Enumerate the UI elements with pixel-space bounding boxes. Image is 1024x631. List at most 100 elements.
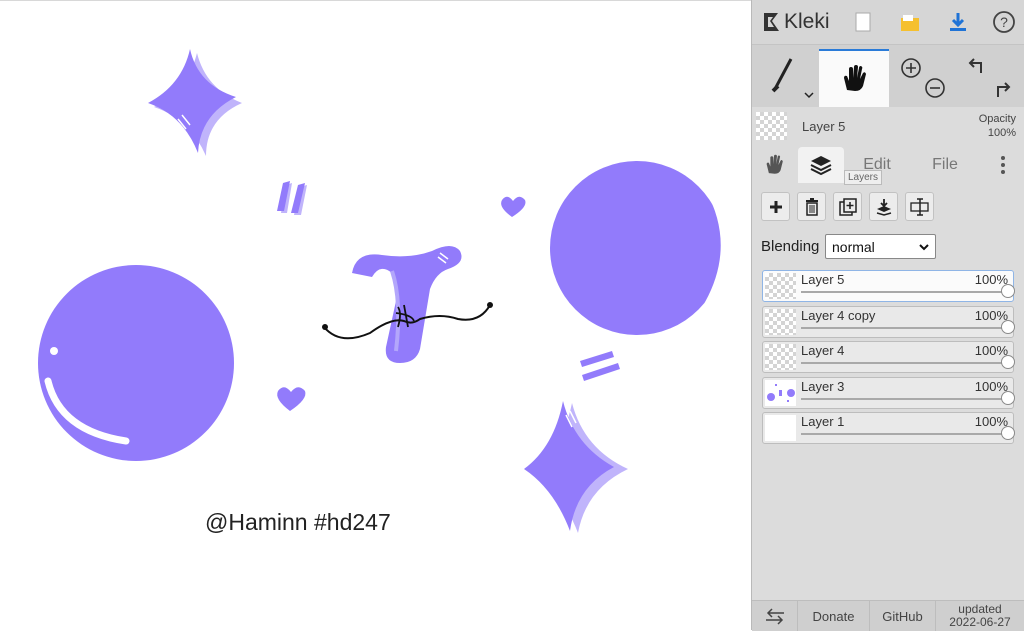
- layer-item[interactable]: Layer 5 100%: [762, 270, 1015, 302]
- opacity-value: 100%: [987, 127, 1016, 139]
- heart-left: [277, 387, 306, 411]
- layer-name: Layer 5: [801, 272, 845, 287]
- squiggle-end-left: [322, 324, 328, 330]
- layer-item[interactable]: Layer 3 100%: [762, 377, 1015, 409]
- zoom-buttons: [890, 49, 956, 107]
- layer-opacity-slider[interactable]: [801, 320, 1015, 334]
- new-file-button[interactable]: [844, 0, 882, 44]
- blending-selected-value: normal: [832, 239, 875, 255]
- current-layer-info: Layer 5 Opacity 100%: [752, 107, 1024, 147]
- hand-tab-icon: [766, 154, 783, 174]
- brush-tool-button[interactable]: [752, 49, 818, 107]
- zoom-in-icon[interactable]: [900, 57, 922, 79]
- trash-icon: [805, 197, 818, 216]
- right-bubble-dot: [691, 315, 699, 323]
- squiggle-end-right: [487, 302, 493, 308]
- more-menu-button[interactable]: [988, 147, 1018, 183]
- watermark-text: @Haminn #hd247: [205, 509, 391, 535]
- brush-icon: [771, 58, 793, 93]
- chevron-down-icon[interactable]: [804, 91, 814, 99]
- layer-thumbnail: [765, 344, 796, 370]
- blending-label: Blending: [761, 238, 820, 255]
- slider-knob[interactable]: [1001, 284, 1015, 298]
- layer-opacity-slider[interactable]: [801, 391, 1015, 405]
- duplicate-icon: [838, 197, 857, 216]
- sparkle-top: [148, 49, 236, 153]
- side-panel: Kleki ? Layer 5 Opacity 100% Edit File B…: [751, 0, 1024, 631]
- left-bubble-dot: [50, 347, 58, 355]
- layers-icon: [810, 156, 832, 176]
- svg-text:?: ?: [1000, 14, 1008, 30]
- undo-icon[interactable]: [965, 57, 987, 77]
- add-layer-button[interactable]: [761, 192, 790, 221]
- swap-arrows-icon: [765, 608, 784, 625]
- layer-opacity-slider[interactable]: [801, 284, 1015, 298]
- plus-icon: [769, 200, 782, 213]
- help-icon: ?: [993, 11, 1015, 33]
- slider-knob[interactable]: [1001, 320, 1015, 334]
- rename-icon: [909, 197, 929, 216]
- undo-redo-buttons: [957, 49, 1024, 107]
- tab-hand[interactable]: [754, 147, 794, 183]
- heart-right: [501, 196, 526, 217]
- blending-row: Blending normal: [752, 232, 1024, 262]
- layer-item[interactable]: Layer 1 100%: [762, 412, 1015, 444]
- dash-right: [580, 351, 620, 381]
- zoom-out-icon[interactable]: [924, 77, 946, 99]
- layer-name: Layer 4: [801, 343, 845, 358]
- blending-select[interactable]: normal: [825, 234, 936, 259]
- duplicate-layer-button[interactable]: [833, 192, 862, 221]
- delete-layer-button[interactable]: [797, 192, 826, 221]
- layer-3-preview: [767, 384, 795, 402]
- slider-knob[interactable]: [1001, 426, 1015, 440]
- layer-thumbnail: [765, 415, 796, 441]
- download-icon: [950, 13, 966, 31]
- donate-link[interactable]: Donate: [798, 601, 870, 631]
- layer-item[interactable]: Layer 4 copy 100%: [762, 306, 1015, 338]
- merge-down-button[interactable]: [869, 192, 898, 221]
- app-name: Kleki: [784, 10, 830, 33]
- right-bubble: [550, 161, 724, 335]
- layer-list: Layer 5 100% Layer 4 copy 100% Layer 4 1…: [752, 270, 1024, 450]
- layer-item[interactable]: Layer 4 100%: [762, 341, 1015, 373]
- layers-tooltip: Layers: [844, 170, 883, 185]
- footer-bar: Donate GitHub updated 2022-06-27: [752, 600, 1024, 631]
- current-layer-thumbnail: [756, 112, 787, 140]
- chevron-down-icon: [919, 244, 929, 251]
- layer-name: Layer 4 copy: [801, 308, 876, 323]
- layer-name: Layer 3: [801, 379, 845, 394]
- hand-tool-button[interactable]: [819, 49, 889, 107]
- opacity-label: Opacity: [978, 113, 1016, 125]
- layer-thumbnail: [765, 273, 796, 299]
- github-link[interactable]: GitHub: [870, 601, 936, 631]
- kleki-logo[interactable]: Kleki: [760, 0, 830, 44]
- layer-thumbnail: [765, 380, 796, 406]
- letter-glyph: [352, 246, 462, 363]
- save-icon: [901, 15, 919, 31]
- slider-knob[interactable]: [1001, 355, 1015, 369]
- updated-info[interactable]: updated 2022-06-27: [936, 601, 1024, 631]
- hand-icon: [844, 65, 866, 91]
- layer-name: Layer 1: [801, 414, 845, 429]
- swap-side-button[interactable]: [752, 601, 798, 631]
- kleki-logo-icon: [764, 13, 779, 31]
- layer-opacity-slider[interactable]: [801, 355, 1015, 369]
- current-layer-opacity: Opacity 100%: [979, 112, 1016, 140]
- tab-layers[interactable]: [798, 147, 844, 183]
- help-button[interactable]: ?: [984, 0, 1024, 44]
- layer-opacity-slider[interactable]: [801, 426, 1015, 440]
- download-button[interactable]: [938, 0, 978, 44]
- tab-file[interactable]: File: [920, 147, 970, 183]
- rename-layer-button[interactable]: [905, 192, 934, 221]
- left-bubble: [38, 265, 234, 461]
- redo-icon[interactable]: [993, 79, 1015, 99]
- new-file-icon: [855, 12, 871, 32]
- merge-down-icon: [876, 198, 891, 216]
- updated-date: 2022-06-27: [949, 615, 1011, 629]
- current-layer-name: Layer 5: [802, 119, 846, 134]
- slider-knob[interactable]: [1001, 391, 1015, 405]
- panel-tabs: Edit File: [752, 147, 1024, 183]
- drawing-canvas[interactable]: @Haminn #hd247: [0, 0, 751, 630]
- layer-actions: [752, 190, 1024, 226]
- save-button[interactable]: [890, 0, 930, 44]
